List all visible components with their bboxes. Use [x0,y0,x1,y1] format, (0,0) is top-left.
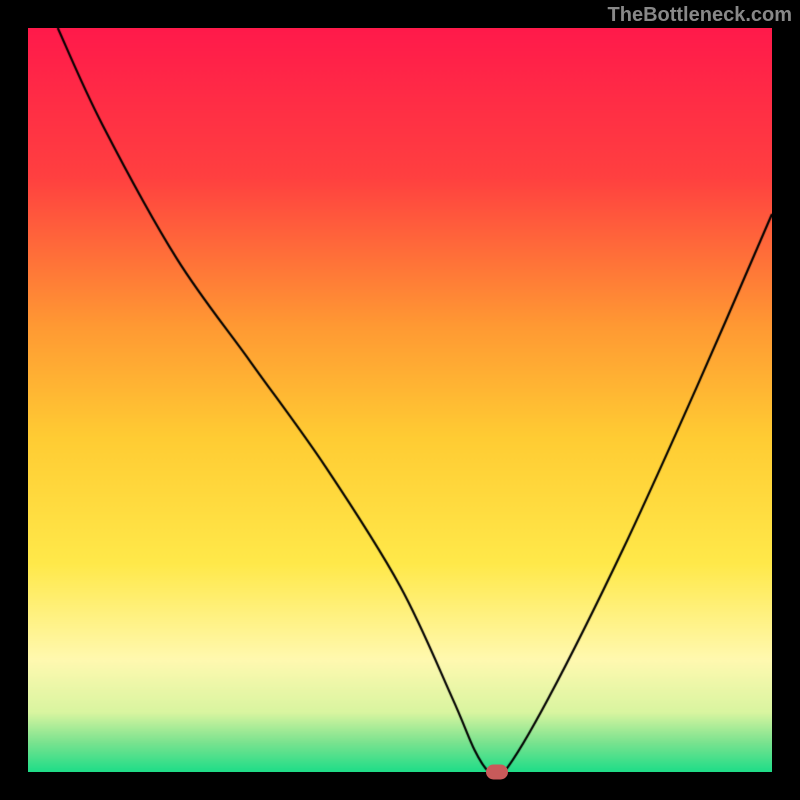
chart-plot-area [28,28,772,772]
optimal-point-marker [486,765,508,780]
watermark-text: TheBottleneck.com [608,4,792,27]
bottleneck-curve-line [28,28,772,772]
